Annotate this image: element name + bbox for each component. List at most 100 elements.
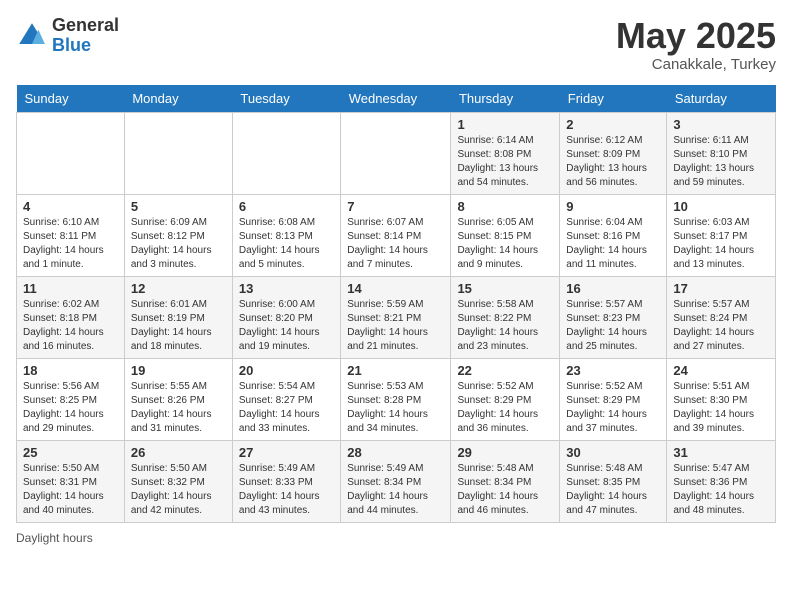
- calendar-cell: 22Sunrise: 5:52 AM Sunset: 8:29 PM Dayli…: [451, 358, 560, 440]
- calendar-cell: 10 Sunrise: 6:03 AM Sunset: 8:17 PM Dayli…: [667, 194, 776, 276]
- header-day-wednesday: Wednesday: [341, 85, 451, 113]
- calendar-cell: 28 Sunrise: 5:49 AM Sunset: 8:34 PM Dayli…: [341, 440, 451, 522]
- calendar-cell: 2 Sunrise: 6:12 AM Sunset: 8:09 PM Daylig…: [560, 112, 667, 194]
- calendar-week-row: 25 Sunrise: 5:50 AM Sunset: 8:31 PM Dayli…: [17, 440, 776, 522]
- calendar-cell: 3 Sunrise: 6:11 AM Sunset: 8:10 PM Daylig…: [667, 112, 776, 194]
- day-info: Sunrise: 6:09 AM Sunset: 8:12 PM Dayligh…: [131, 216, 226, 272]
- day-info: Sunrise: 5:57 AM Sunset: 8:23 PM Dayligh…: [566, 298, 660, 354]
- day-number: 12: [131, 281, 226, 296]
- day-number: 6: [239, 199, 334, 214]
- header-day-saturday: Saturday: [667, 85, 776, 113]
- calendar-cell: 17 Sunrise: 5:57 AM Sunset: 8:24 PM Dayli…: [667, 276, 776, 358]
- day-info: Sunrise: 6:01 AM Sunset: 8:19 PM Dayligh…: [131, 298, 226, 354]
- day-number: 4: [23, 199, 118, 214]
- day-info: Sunrise: 5:50 AM Sunset: 8:31 PM Dayligh…: [23, 462, 118, 518]
- day-number: 1: [457, 117, 553, 132]
- day-number: 17: [673, 281, 769, 296]
- day-number: 31: [673, 445, 769, 460]
- day-number: 10: [673, 199, 769, 214]
- calendar-cell: 14Sunrise: 5:59 AM Sunset: 8:21 PM Dayli…: [341, 276, 451, 358]
- day-info: Sunrise: 5:49 AM Sunset: 8:33 PM Dayligh…: [239, 462, 334, 518]
- calendar-cell: 20 Sunrise: 5:54 AM Sunset: 8:27 PM Dayli…: [232, 358, 340, 440]
- calendar-cell: 11 Sunrise: 6:02 AM Sunset: 8:18 PM Dayli…: [17, 276, 125, 358]
- calendar-cell: 15Sunrise: 5:58 AM Sunset: 8:22 PM Dayli…: [451, 276, 560, 358]
- day-info: Sunrise: 5:48 AM Sunset: 8:35 PM Dayligh…: [566, 462, 660, 518]
- day-info: Sunrise: 5:51 AM Sunset: 8:30 PM Dayligh…: [673, 380, 769, 436]
- day-number: 23: [566, 363, 660, 378]
- calendar-header-row: SundayMondayTuesdayWednesdayThursdayFrid…: [17, 85, 776, 113]
- logo-icon: [16, 20, 48, 52]
- calendar-cell: [17, 112, 125, 194]
- calendar-week-row: 18Sunrise: 5:56 AM Sunset: 8:25 PM Dayli…: [17, 358, 776, 440]
- daylight-label: Daylight hours: [16, 531, 93, 545]
- header-day-sunday: Sunday: [17, 85, 125, 113]
- day-info: Sunrise: 5:54 AM Sunset: 8:27 PM Dayligh…: [239, 380, 334, 436]
- calendar-cell: 31 Sunrise: 5:47 AM Sunset: 8:36 PM Dayli…: [667, 440, 776, 522]
- day-number: 19: [131, 363, 226, 378]
- calendar-cell: 12 Sunrise: 6:01 AM Sunset: 8:19 PM Dayli…: [124, 276, 232, 358]
- day-info: Sunrise: 6:05 AM Sunset: 8:15 PM Dayligh…: [457, 216, 553, 272]
- calendar-cell: 29Sunrise: 5:48 AM Sunset: 8:34 PM Dayli…: [451, 440, 560, 522]
- day-info: Sunrise: 5:55 AM Sunset: 8:26 PM Dayligh…: [131, 380, 226, 436]
- day-number: 29: [457, 445, 553, 460]
- day-number: 13: [239, 281, 334, 296]
- day-number: 28: [347, 445, 444, 460]
- day-number: 26: [131, 445, 226, 460]
- day-info: Sunrise: 5:53 AM Sunset: 8:28 PM Dayligh…: [347, 380, 444, 436]
- title-location: Canakkale, Turkey: [616, 56, 776, 73]
- day-number: 20: [239, 363, 334, 378]
- day-info: Sunrise: 5:52 AM Sunset: 8:29 PM Dayligh…: [457, 380, 553, 436]
- calendar-cell: 9 Sunrise: 6:04 AM Sunset: 8:16 PM Daylig…: [560, 194, 667, 276]
- day-info: Sunrise: 5:50 AM Sunset: 8:32 PM Dayligh…: [131, 462, 226, 518]
- header-day-monday: Monday: [124, 85, 232, 113]
- day-number: 5: [131, 199, 226, 214]
- footer: Daylight hours: [16, 531, 776, 545]
- day-info: Sunrise: 6:03 AM Sunset: 8:17 PM Dayligh…: [673, 216, 769, 272]
- logo-general-text: General: [52, 16, 119, 36]
- page-header: General Blue May 2025 Canakkale, Turkey: [16, 16, 776, 73]
- calendar-week-row: 4 Sunrise: 6:10 AM Sunset: 8:11 PM Daylig…: [17, 194, 776, 276]
- calendar-cell: 16 Sunrise: 5:57 AM Sunset: 8:23 PM Dayli…: [560, 276, 667, 358]
- day-number: 11: [23, 281, 118, 296]
- day-info: Sunrise: 5:56 AM Sunset: 8:25 PM Dayligh…: [23, 380, 118, 436]
- day-number: 7: [347, 199, 444, 214]
- day-info: Sunrise: 5:57 AM Sunset: 8:24 PM Dayligh…: [673, 298, 769, 354]
- day-number: 24: [673, 363, 769, 378]
- day-info: Sunrise: 6:08 AM Sunset: 8:13 PM Dayligh…: [239, 216, 334, 272]
- calendar-cell: 7Sunrise: 6:07 AM Sunset: 8:14 PM Daylig…: [341, 194, 451, 276]
- calendar-cell: 24 Sunrise: 5:51 AM Sunset: 8:30 PM Dayli…: [667, 358, 776, 440]
- day-info: Sunrise: 6:10 AM Sunset: 8:11 PM Dayligh…: [23, 216, 118, 272]
- calendar-cell: 19 Sunrise: 5:55 AM Sunset: 8:26 PM Dayli…: [124, 358, 232, 440]
- calendar-cell: 5 Sunrise: 6:09 AM Sunset: 8:12 PM Daylig…: [124, 194, 232, 276]
- header-day-friday: Friday: [560, 85, 667, 113]
- logo-blue-text: Blue: [52, 36, 119, 56]
- day-info: Sunrise: 6:12 AM Sunset: 8:09 PM Dayligh…: [566, 134, 660, 190]
- day-info: Sunrise: 6:11 AM Sunset: 8:10 PM Dayligh…: [673, 134, 769, 190]
- day-info: Sunrise: 5:52 AM Sunset: 8:29 PM Dayligh…: [566, 380, 660, 436]
- day-info: Sunrise: 5:47 AM Sunset: 8:36 PM Dayligh…: [673, 462, 769, 518]
- day-number: 2: [566, 117, 660, 132]
- calendar-cell: [232, 112, 340, 194]
- calendar-cell: 23 Sunrise: 5:52 AM Sunset: 8:29 PM Dayli…: [560, 358, 667, 440]
- calendar-cell: 26 Sunrise: 5:50 AM Sunset: 8:32 PM Dayli…: [124, 440, 232, 522]
- header-day-thursday: Thursday: [451, 85, 560, 113]
- day-number: 16: [566, 281, 660, 296]
- calendar-cell: 8 Sunrise: 6:05 AM Sunset: 8:15 PM Daylig…: [451, 194, 560, 276]
- day-info: Sunrise: 6:04 AM Sunset: 8:16 PM Dayligh…: [566, 216, 660, 272]
- day-info: Sunrise: 6:14 AM Sunset: 8:08 PM Dayligh…: [457, 134, 553, 190]
- day-number: 25: [23, 445, 118, 460]
- day-number: 8: [457, 199, 553, 214]
- calendar-week-row: 1 Sunrise: 6:14 AM Sunset: 8:08 PM Daylig…: [17, 112, 776, 194]
- header-day-tuesday: Tuesday: [232, 85, 340, 113]
- day-info: Sunrise: 5:58 AM Sunset: 8:22 PM Dayligh…: [457, 298, 553, 354]
- day-info: Sunrise: 6:02 AM Sunset: 8:18 PM Dayligh…: [23, 298, 118, 354]
- day-info: Sunrise: 5:49 AM Sunset: 8:34 PM Dayligh…: [347, 462, 444, 518]
- logo-text: General Blue: [52, 16, 119, 56]
- day-number: 27: [239, 445, 334, 460]
- calendar-cell: 30Sunrise: 5:48 AM Sunset: 8:35 PM Dayli…: [560, 440, 667, 522]
- day-info: Sunrise: 6:00 AM Sunset: 8:20 PM Dayligh…: [239, 298, 334, 354]
- day-number: 3: [673, 117, 769, 132]
- day-number: 14: [347, 281, 444, 296]
- day-number: 9: [566, 199, 660, 214]
- calendar-cell: 18Sunrise: 5:56 AM Sunset: 8:25 PM Dayli…: [17, 358, 125, 440]
